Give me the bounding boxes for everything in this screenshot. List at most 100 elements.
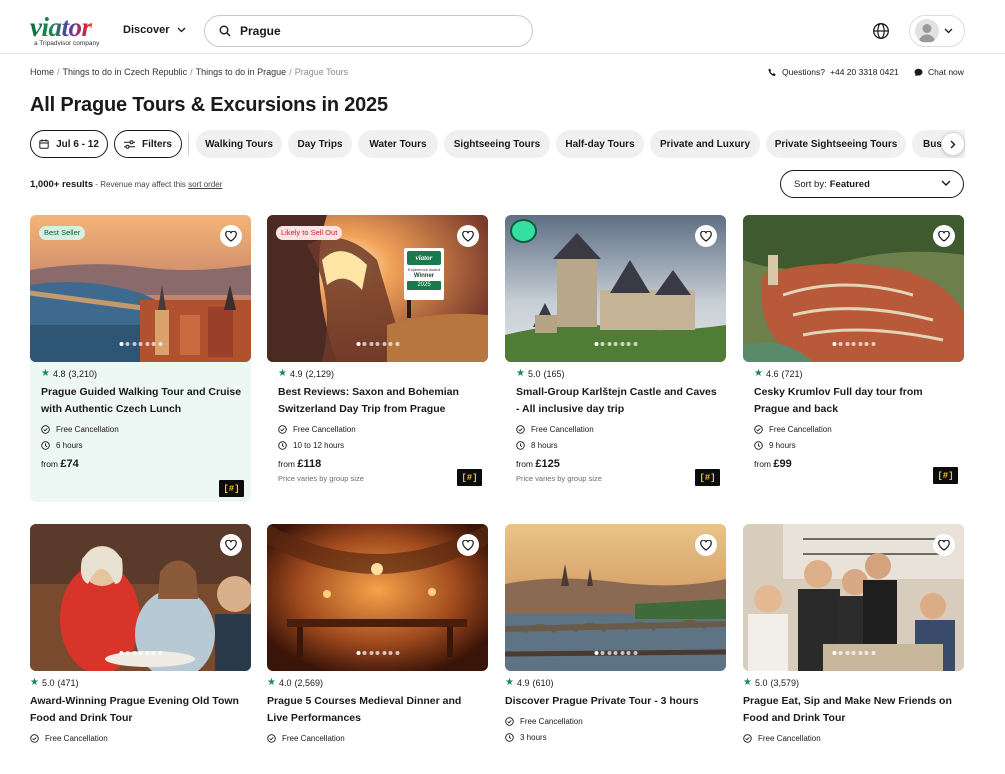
review-count: (2,129) <box>305 368 335 379</box>
image-carousel-dots[interactable] <box>832 651 875 655</box>
category-water-tours[interactable]: Water Tours <box>358 130 438 158</box>
image-carousel-dots[interactable] <box>356 651 399 655</box>
phone-number[interactable]: +44 20 3318 0421 <box>830 67 899 77</box>
breadcrumb-separator: / <box>190 67 193 77</box>
product-card[interactable]: Best Seller ★ 4.8 (3,210) Prague Guided Wa… <box>30 215 251 502</box>
review-count: (471) <box>57 677 79 688</box>
phone-contact[interactable]: Questions? +44 20 3318 0421 <box>768 67 899 77</box>
sort-dropdown[interactable]: Sort by: Featured <box>780 170 964 198</box>
product-title[interactable]: Prague 5 Courses Medieval Dinner and Liv… <box>267 693 488 727</box>
product-image[interactable]: Likely to Sell Out viator Experience Awa… <box>267 215 488 362</box>
globe-icon[interactable] <box>872 22 890 40</box>
price-prefix: from <box>41 459 58 469</box>
category-half-day-tours[interactable]: Half-day Tours <box>556 130 644 158</box>
filters-label: Filters <box>141 138 172 150</box>
logo-wordmark: viator <box>30 14 102 41</box>
product-image[interactable] <box>267 524 488 671</box>
award-line: Experience Award <box>407 267 441 272</box>
discover-menu[interactable]: Discover <box>123 24 186 36</box>
star-icon: ★ <box>505 677 514 688</box>
product-image[interactable] <box>505 524 726 671</box>
product-title[interactable]: Best Reviews: Saxon and Bohemian Switzer… <box>267 384 488 418</box>
product-card[interactable]: ★ 4.9 (610) Discover Prague Private Tour -… <box>505 524 726 742</box>
wishlist-button[interactable] <box>220 225 242 247</box>
rating-value: 4.6 <box>765 368 779 379</box>
product-image[interactable]: Best Seller <box>30 215 251 362</box>
duration: 8 hours <box>505 441 726 450</box>
rating: ★ 5.0 (3,579) <box>743 677 964 688</box>
breadcrumb-prague[interactable]: Things to do in Prague <box>196 67 287 77</box>
product-card[interactable]: ★ 5.0 (3,579) Prague Eat, Sip and Make New… <box>743 524 964 743</box>
chat-now-link[interactable]: Chat now <box>914 67 964 77</box>
rating-value: 5.0 <box>754 677 768 688</box>
product-title[interactable]: Discover Prague Private Tour - 3 hours <box>505 693 726 710</box>
category-sightseeing-tours[interactable]: Sightseeing Tours <box>444 130 550 158</box>
review-count: (721) <box>781 368 803 379</box>
wishlist-button[interactable] <box>933 225 955 247</box>
duration-label: 6 hours <box>56 441 83 450</box>
viator-logo[interactable]: viator a Tripadvisor company <box>30 14 102 49</box>
heart-icon <box>700 539 712 551</box>
product-image[interactable] <box>30 524 251 671</box>
product-title[interactable]: Prague Eat, Sip and Make New Friends on … <box>743 693 964 727</box>
product-title[interactable]: Small-Group Karlštejn Castle and Caves -… <box>505 384 726 418</box>
profile-menu[interactable] <box>909 15 965 47</box>
filter-divider <box>188 132 189 156</box>
heart-icon <box>225 230 237 242</box>
wishlist-button[interactable] <box>695 225 717 247</box>
results-note: - Revenue may affect this <box>95 180 186 189</box>
search-bar[interactable]: Prague <box>204 15 533 47</box>
breadcrumb-current: Prague Tours <box>294 67 349 77</box>
free-cancellation: Free Cancellation <box>505 717 726 726</box>
category-private-and-luxury[interactable]: Private and Luxury <box>650 130 760 158</box>
image-carousel-dots[interactable] <box>119 342 162 346</box>
image-carousel-dots[interactable] <box>119 651 162 655</box>
wishlist-button[interactable] <box>933 534 955 556</box>
star-icon: ★ <box>267 677 276 688</box>
review-count: (3,579) <box>770 677 800 688</box>
heart-icon <box>225 539 237 551</box>
product-image[interactable] <box>505 215 726 362</box>
image-carousel-dots[interactable] <box>594 342 637 346</box>
price-prefix: from <box>754 459 771 469</box>
product-title[interactable]: Award-Winning Prague Evening Old Town Fo… <box>30 693 251 727</box>
filters-button[interactable]: Filters <box>114 130 182 158</box>
filter-scroll-next-button[interactable] <box>941 132 965 156</box>
wishlist-button[interactable] <box>220 534 242 556</box>
breadcrumb-home[interactable]: Home <box>30 67 54 77</box>
chevron-right-icon <box>950 140 956 148</box>
rating-value: 5.0 <box>527 368 541 379</box>
heart-icon <box>462 230 474 242</box>
sort-order-link[interactable]: sort order <box>188 180 222 189</box>
product-title[interactable]: Cesky Krumlov Full day tour from Prague … <box>743 384 964 418</box>
star-icon: ★ <box>516 368 525 379</box>
search-input[interactable]: Prague <box>240 24 281 38</box>
product-image[interactable] <box>743 215 964 362</box>
category-day-trips[interactable]: Day Trips <box>288 130 352 158</box>
image-carousel-dots[interactable] <box>594 651 637 655</box>
image-carousel-dots[interactable] <box>356 342 399 346</box>
travelers-choice-award-icon <box>510 219 537 243</box>
product-card[interactable]: ★ 5.0 (165) Small-Group Karlštejn Castle a… <box>505 215 726 486</box>
check-circle-icon <box>754 425 763 434</box>
product-title[interactable]: Prague Guided Walking Tour and Cruise wi… <box>30 384 251 418</box>
hashtag-badge: [#] <box>457 469 482 486</box>
date-filter-label: Jul 6 - 12 <box>56 138 99 150</box>
wishlist-button[interactable] <box>457 225 479 247</box>
product-card[interactable]: ★ 5.0 (471) Award-Winning Prague Evening O… <box>30 524 251 743</box>
wishlist-button[interactable] <box>695 534 717 556</box>
check-circle-icon <box>30 734 39 743</box>
product-card[interactable]: ★ 4.6 (721) Cesky Krumlov Full day tour fr… <box>743 215 964 484</box>
avatar <box>915 19 939 43</box>
category-walking-tours[interactable]: Walking Tours <box>196 130 282 158</box>
review-count: (3,210) <box>68 368 98 379</box>
breadcrumb-czech-republic[interactable]: Things to do in Czech Republic <box>63 67 188 77</box>
product-card[interactable]: Likely to Sell Out viator Experience Awa… <box>267 215 488 486</box>
wishlist-button[interactable] <box>457 534 479 556</box>
product-image[interactable] <box>743 524 964 671</box>
date-filter-button[interactable]: Jul 6 - 12 <box>30 130 108 158</box>
product-card[interactable]: ★ 4.0 (2,569) Prague 5 Courses Medieval Di… <box>267 524 488 743</box>
category-private-sightseeing-tours[interactable]: Private Sightseeing Tours <box>766 130 906 158</box>
price: from £125 <box>505 458 726 470</box>
image-carousel-dots[interactable] <box>832 342 875 346</box>
